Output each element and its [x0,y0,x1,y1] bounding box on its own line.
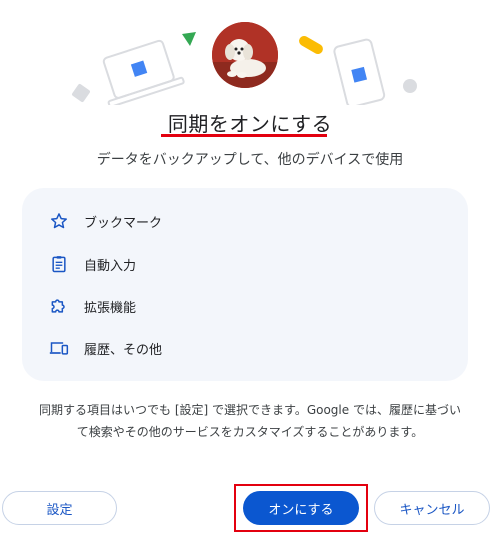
star-icon [48,210,70,232]
sync-items-card: ブックマーク 自動入力 拡張機能 履歴、その他 [22,188,468,381]
green-triangle-shape [182,32,196,46]
sync-item-label: ブックマーク [84,215,163,231]
turn-on-sync-button[interactable]: オンにする [243,491,359,525]
clipboard-icon [48,253,70,275]
avatar-dog-image [212,22,278,88]
cancel-button[interactable]: キャンセル [374,491,490,525]
sync-item-bookmarks: ブックマーク [48,208,162,234]
sync-item-label: 拡張機能 [84,300,137,316]
sync-footnote: 同期する項目はいつでも [設定] で選択できます。Google では、履歴に基づ… [20,399,480,443]
sync-item-history: 履歴、その他 [48,335,162,361]
puzzle-icon [48,295,70,317]
dialog-subtitle: データをバックアップして、他のデバイスで使用 [96,152,404,168]
laptop-illustration [102,39,185,105]
grey-dot-shape [403,79,417,93]
sync-item-autofill: 自動入力 [48,251,136,277]
footnote-line-2: て検索やその他のサービスをカスタマイズすることがあります。 [76,425,424,439]
devices-icon [48,337,70,359]
grey-diamond-shape [72,84,90,102]
sync-item-label: 自動入力 [84,258,137,274]
avatar [212,22,278,88]
yellow-pill-shape [299,36,323,54]
phone-illustration [333,38,386,105]
footnote-line-1: 同期する項目はいつでも [設定] で選択できます。Google では、履歴に基づ… [39,403,461,417]
dialog-title: 同期をオンにする [167,112,333,136]
sync-item-extensions: 拡張機能 [48,293,136,319]
title-highlight-underline [161,134,327,137]
settings-button[interactable]: 設定 [2,491,117,525]
sync-item-label: 履歴、その他 [84,342,163,358]
